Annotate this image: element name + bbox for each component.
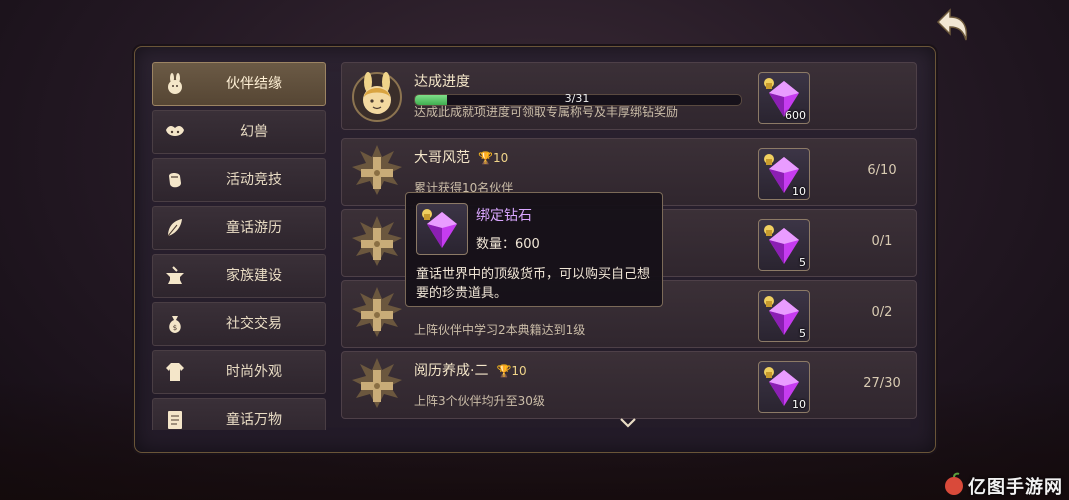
outfit-icon [166, 363, 184, 381]
sidebar-item-family[interactable]: 家族建设 [152, 254, 326, 298]
cross-medal-icon [352, 145, 402, 195]
achievement-points: 10 [511, 364, 527, 378]
reward-gem-button[interactable]: 5 [758, 290, 810, 342]
gem-icon [422, 209, 457, 248]
anvil-icon [166, 266, 184, 284]
apple-logo-icon [945, 472, 963, 495]
summary-row: 达成进度 3/31 达成此成就项进度可领取专属称号及丰厚绑钻奖励 600 [341, 62, 917, 130]
reward-count: 5 [799, 256, 806, 269]
achievement-points: 10 [492, 151, 509, 165]
bunny-mascot-icon [352, 72, 402, 122]
sidebar-item-partner-bond[interactable]: 伙伴结缘 [152, 62, 326, 106]
reward-gem-button[interactable]: 600 [758, 72, 810, 124]
tooltip-gem [416, 203, 468, 255]
sidebar-item-beasts[interactable]: 幻兽 [152, 110, 326, 154]
category-sidebar: 伙伴结缘 幻兽 活动竞技 童话游历 家族建设 $ 社交交易 时尚外观 童话万物 [152, 62, 326, 430]
achievement-description: 上阵3个伙伴均升至30级 [414, 394, 545, 408]
cross-medal-icon [352, 287, 402, 337]
sidebar-item-competition[interactable]: 活动竞技 [152, 158, 326, 202]
trophy-icon: 🏆 [496, 364, 512, 378]
beast-icon [166, 126, 184, 136]
summary-description: 达成此成就项进度可领取专属称号及丰厚绑钻奖励 [414, 105, 679, 119]
item-tooltip: 绑定钻石 数量：600 童话世界中的顶级货币，可以购买自己想要的珍贵道具。 [405, 192, 663, 307]
fist-icon [169, 173, 181, 188]
sidebar-item-travels[interactable]: 童话游历 [152, 206, 326, 250]
tooltip-description: 童话世界中的顶级货币，可以购买自己想要的珍贵道具。 [416, 267, 651, 301]
sidebar-item-trade[interactable]: $ 社交交易 [152, 302, 326, 346]
reward-count: 10 [792, 185, 806, 198]
cross-medal-icon [352, 358, 402, 408]
reward-count: 600 [785, 109, 806, 122]
watermark-text: 亿图手游网 [968, 477, 1063, 498]
feather-icon [167, 219, 182, 237]
sidebar-item-label: 社交交易 [226, 316, 282, 332]
reward-gem-button[interactable]: 10 [758, 148, 810, 200]
back-arrow-icon[interactable] [928, 6, 972, 46]
site-watermark: 亿图手游网 [940, 470, 1066, 498]
achievement-description: 上阵伙伴中学习2本典籍达到1级 [414, 323, 586, 337]
book-icon [168, 411, 182, 429]
tooltip-quantity: 数量：600 [476, 237, 540, 252]
sidebar-item-label: 时尚外观 [226, 364, 282, 380]
sidebar-item-encyclopedia[interactable]: 童话万物 [152, 398, 326, 430]
reward-gem-button[interactable]: 5 [758, 219, 810, 271]
achievement-title-text: 阅历养成·二 [414, 363, 489, 379]
achievement-title: 阅历养成·二 🏆10 [414, 360, 527, 380]
achievement-title-text: 大哥风范 [414, 150, 470, 166]
money-bag-icon: $ [169, 316, 181, 333]
sidebar-item-label: 童话万物 [226, 412, 282, 428]
scroll-down-chevron-icon[interactable] [619, 416, 637, 430]
achievement-title: 大哥风范 🏆10 [414, 147, 508, 167]
achievement-progress: 0/2 [871, 305, 893, 320]
achievement-progress: 27/30 [863, 376, 901, 391]
reward-count: 10 [792, 398, 806, 411]
summary-title: 达成进度 [414, 74, 470, 90]
achievement-progress: 6/10 [867, 163, 897, 178]
sidebar-item-label: 活动竞技 [226, 172, 282, 188]
achievement-row: 阅历养成·二 🏆10 上阵3个伙伴均升至30级 10 27/30 [341, 351, 917, 419]
reward-count: 5 [799, 327, 806, 340]
tooltip-title: 绑定钻石 [476, 208, 532, 224]
reward-gem-button[interactable]: 10 [758, 361, 810, 413]
cross-medal-icon [352, 216, 402, 266]
bunny-icon [168, 73, 182, 94]
sidebar-item-fashion[interactable]: 时尚外观 [152, 350, 326, 394]
sidebar-item-label: 幻兽 [240, 124, 268, 140]
svg-text:$: $ [173, 324, 177, 332]
sidebar-item-label: 家族建设 [226, 268, 282, 284]
trophy-icon: 🏆 [478, 151, 493, 165]
sidebar-item-label: 伙伴结缘 [226, 76, 282, 92]
sidebar-item-label: 童话游历 [226, 220, 282, 236]
achievement-progress: 0/1 [871, 234, 893, 249]
